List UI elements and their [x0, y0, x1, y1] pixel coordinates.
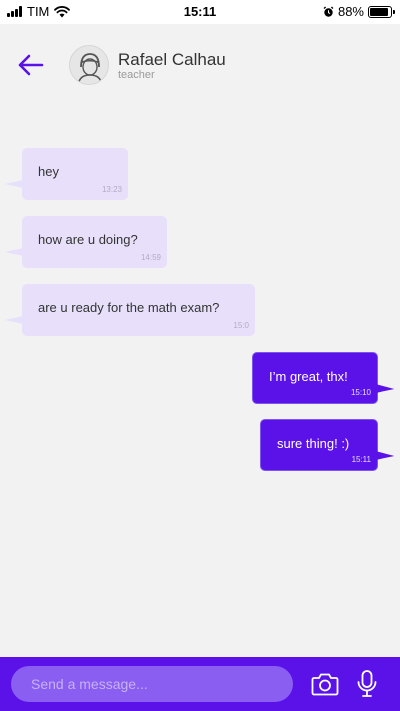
back-button[interactable] — [14, 50, 46, 80]
microphone-icon — [357, 670, 377, 697]
bubble-tail — [4, 306, 26, 324]
message-time: 15:0 — [233, 321, 249, 330]
message-time: 15:10 — [350, 388, 371, 397]
bubble-tail — [4, 238, 26, 256]
message-bubble-incoming[interactable]: are u ready for the math exam? 15:0 — [4, 284, 255, 336]
bubble-tail — [4, 170, 26, 188]
message-text: I’m great, thx! — [269, 369, 348, 384]
message-bubble-outgoing[interactable]: I’m great, thx! 15:10 — [252, 352, 395, 404]
contact-name: Rafael Calhau — [118, 50, 226, 69]
composer-bar — [0, 657, 400, 711]
avatar[interactable] — [69, 45, 109, 85]
camera-button[interactable] — [311, 671, 339, 697]
microphone-button[interactable] — [355, 669, 379, 699]
bubble-tail — [373, 441, 395, 460]
avatar-icon — [70, 46, 108, 84]
message-bubble-incoming[interactable]: hey 13:23 — [4, 148, 128, 200]
battery-fill — [370, 7, 388, 16]
message-text: hey — [38, 164, 59, 179]
message-text: are u ready for the math exam? — [38, 300, 220, 315]
contact-role: teacher — [118, 69, 155, 81]
camera-icon — [311, 673, 339, 696]
alarm-icon — [323, 6, 334, 17]
status-bar: TIM 15:11 88% — [0, 0, 400, 24]
message-input[interactable] — [11, 666, 293, 702]
arrow-left-icon — [18, 54, 44, 76]
battery-icon — [368, 5, 395, 18]
message-time: 14:59 — [140, 253, 161, 262]
message-text: how are u doing? — [38, 232, 138, 247]
message-bubble-outgoing[interactable]: sure thing! :) 15:11 — [260, 419, 395, 471]
battery-percent: 88% — [337, 4, 364, 19]
message-bubble-incoming[interactable]: how are u doing? 14:59 — [4, 216, 167, 268]
status-right: 88% — [323, 4, 395, 19]
message-time: 13:23 — [101, 185, 122, 194]
chat-header: Rafael Calhau teacher — [0, 24, 400, 104]
message-text: sure thing! :) — [277, 436, 350, 451]
message-time: 15:11 — [351, 455, 371, 464]
bubble-tail — [373, 374, 395, 393]
